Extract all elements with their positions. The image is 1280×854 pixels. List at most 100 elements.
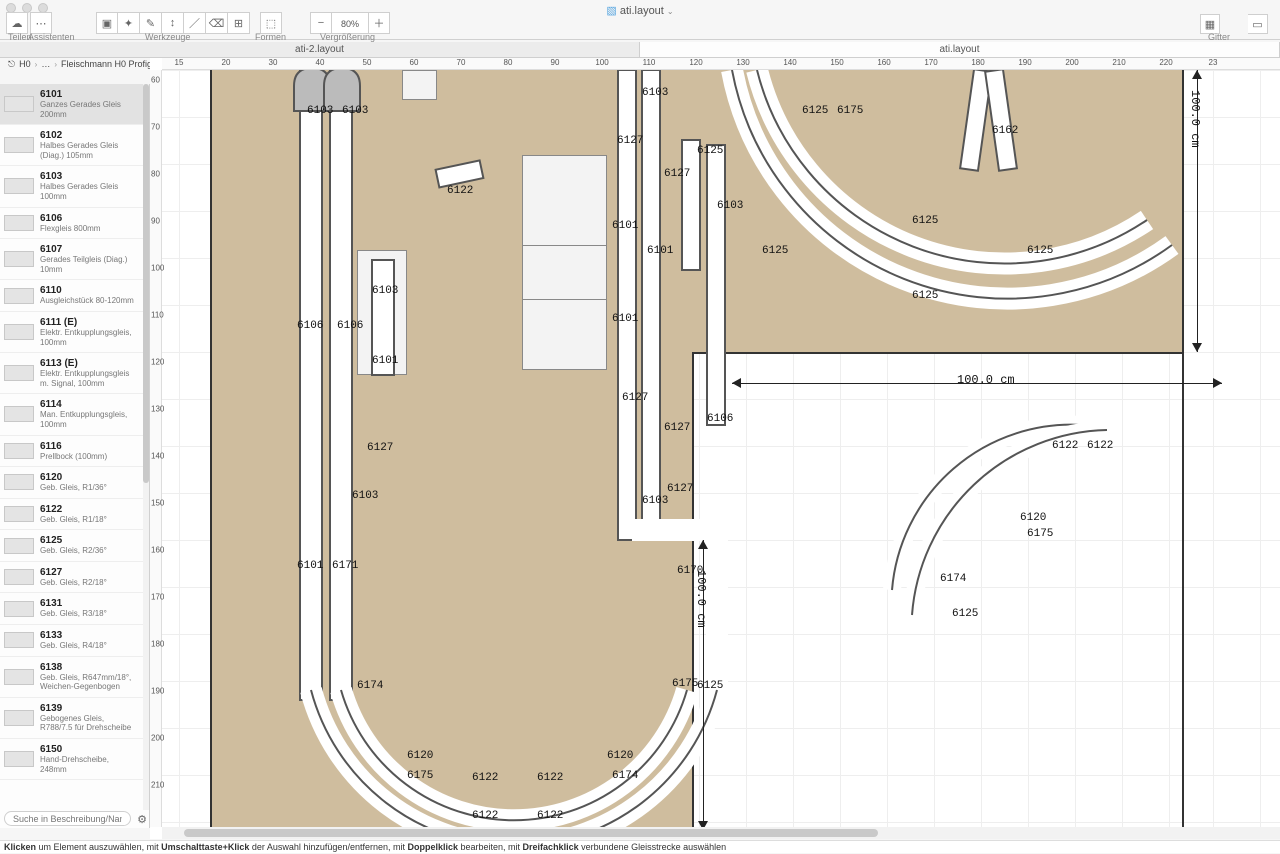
dim-v-mid-label: 100.0 cm	[694, 570, 708, 628]
dim-h-label: 100.0 cm	[957, 373, 1015, 387]
tab-0[interactable]: ati-2.layout	[0, 42, 640, 57]
track-label: 6106	[297, 320, 323, 332]
crumb-1[interactable]: …	[41, 59, 50, 69]
shapes-button[interactable]: ⬚	[260, 12, 282, 34]
track-label: 6103	[642, 87, 668, 99]
track-label: 6120	[607, 750, 633, 762]
part-desc: Man. Entkupplungsgleis, 100mm	[40, 410, 137, 429]
part-item-6111 (E)[interactable]: 6111 (E)Elektr. Entkupplungsgleis, 100mm	[0, 312, 143, 353]
ruler-h-tick: 15	[175, 58, 184, 67]
part-thumb	[4, 137, 34, 153]
part-item-6122[interactable]: 6122Geb. Gleis, R1/18°	[0, 499, 143, 531]
search-input[interactable]	[4, 811, 131, 826]
scale-icon: ⎋	[8, 59, 15, 70]
part-desc: Geb. Gleis, R2/36°	[40, 546, 137, 556]
track-label: 6171	[332, 560, 358, 572]
ruler-h-tick: 23	[1209, 58, 1218, 67]
ruler-h-tick: 200	[1065, 58, 1078, 67]
part-thumb	[4, 251, 34, 267]
part-desc: Ganzes Gerades Gleis 200mm	[40, 100, 137, 119]
doc-name: ati.layout	[620, 5, 664, 17]
part-item-6125[interactable]: 6125Geb. Gleis, R2/36°	[0, 530, 143, 562]
part-desc: Geb. Gleis, R4/18°	[40, 641, 137, 651]
part-thumb	[4, 288, 34, 304]
track-label: 6174	[357, 680, 383, 692]
zoom-out-button[interactable]: −	[310, 12, 332, 34]
part-item-6133[interactable]: 6133Geb. Gleis, R4/18°	[0, 625, 143, 657]
label-formen: Formen	[255, 32, 286, 42]
gear-icon[interactable]: ⚙	[137, 813, 147, 826]
part-item-6138[interactable]: 6138Geb. Gleis, R647mm/18°, Weichen-Gege…	[0, 657, 143, 698]
tool-4[interactable]: ↕	[162, 12, 184, 34]
part-number: 6110	[40, 285, 137, 296]
part-thumb	[4, 632, 34, 648]
part-item-6116[interactable]: 6116Prellbock (100mm)	[0, 436, 143, 468]
share-cloud-button[interactable]: ☁	[6, 12, 28, 34]
label-werkz: Werkzeuge	[145, 32, 190, 42]
track-label: 6125	[697, 680, 723, 692]
tool-2[interactable]: ✦	[118, 12, 140, 34]
track-label: 6103	[342, 105, 368, 117]
part-thumb	[4, 365, 34, 381]
track-label: 6120	[407, 750, 433, 762]
sidebar-scrollbar[interactable]	[143, 84, 149, 810]
canvas-stage[interactable]: 100.0 cm 100.0 cm 6103 6103 6103 6127 6125 61…	[162, 70, 1280, 827]
canvas-area: 1520304050607080901001101201301401501601…	[150, 58, 1280, 839]
part-item-6131[interactable]: 6131Geb. Gleis, R3/18°	[0, 593, 143, 625]
track-label: 6101	[372, 355, 398, 367]
ruler-vertical: 6070809010011012013014015016017018019020…	[150, 70, 162, 827]
part-item-6113 (E)[interactable]: 6113 (E)Elektr. Entkupplungsgleis m. Sig…	[0, 353, 143, 394]
part-desc: Halbes Gerades Gleis 100mm	[40, 182, 137, 201]
canvas-h-scrollbar[interactable]	[162, 827, 1280, 839]
assistants-button[interactable]: ⋯	[30, 12, 52, 34]
part-item-6150[interactable]: 6150Hand-Drehscheibe, 248mm	[0, 739, 143, 780]
track-label: 6127	[622, 392, 648, 404]
grid-button[interactable]: ▦	[1200, 14, 1220, 34]
part-desc: Geb. Gleis, R647mm/18°, Weichen-Gegenbog…	[40, 673, 137, 692]
track-label: 6101	[647, 245, 673, 257]
ruler-h-tick: 20	[222, 58, 231, 67]
label-gitter: Gitter	[1208, 32, 1230, 42]
part-item-6102[interactable]: 6102Halbes Gerades Gleis (Diag.) 105mm	[0, 125, 143, 166]
part-item-6127[interactable]: 6127Geb. Gleis, R2/18°	[0, 562, 143, 594]
ruler-h-tick: 30	[269, 58, 278, 67]
layout-board[interactable]: 100.0 cm 100.0 cm 6103 6103 6103 6127 6125 61…	[212, 70, 1182, 827]
crumb-0[interactable]: H0	[19, 59, 31, 69]
part-item-6139[interactable]: 6139Gebogenes Gleis, R788/7.5 für Drehsc…	[0, 698, 143, 739]
tool-3[interactable]: ✎	[140, 12, 162, 34]
tab-1[interactable]: ati.layout	[640, 42, 1280, 57]
tool-6[interactable]: ⌫	[206, 12, 228, 34]
zoom-in-button[interactable]: ＋	[368, 12, 390, 34]
track-label: 6122	[472, 772, 498, 784]
inspector-button[interactable]: ▭	[1248, 14, 1268, 34]
part-item-6106[interactable]: 6106Flexgleis 800mm	[0, 208, 143, 240]
tool-5[interactable]: ／	[184, 12, 206, 34]
part-number: 6116	[40, 441, 137, 452]
track-label: 6125	[802, 105, 828, 117]
track-label: 6174	[940, 573, 966, 585]
ruler-h-tick: 160	[877, 58, 890, 67]
track-label: 6175	[1027, 528, 1053, 540]
part-desc: Elektr. Entkupplungsgleis, 100mm	[40, 328, 137, 347]
cursor-tool[interactable]: ▣	[96, 12, 118, 34]
ruler-h-tick: 220	[1159, 58, 1172, 67]
part-item-6101[interactable]: 6101Ganzes Gerades Gleis 200mm	[0, 84, 143, 125]
part-item-6107[interactable]: 6107Gerades Teilgleis (Diag.) 10mm	[0, 239, 143, 280]
dim-v-right-label: 100.0 cm	[1188, 90, 1202, 148]
tab-strip: ati-2.layout ati.layout	[0, 42, 1280, 58]
ruler-h-tick: 50	[363, 58, 372, 67]
part-number: 6127	[40, 567, 137, 578]
part-desc: Halbes Gerades Gleis (Diag.) 105mm	[40, 141, 137, 160]
part-number: 6138	[40, 662, 137, 673]
zoom-value[interactable]: 80%	[332, 12, 368, 34]
part-item-6114[interactable]: 6114Man. Entkupplungsgleis, 100mm	[0, 394, 143, 435]
arrow-up-icon	[698, 540, 708, 549]
part-item-6120[interactable]: 6120Geb. Gleis, R1/36°	[0, 467, 143, 499]
tool-7[interactable]: ⊞	[228, 12, 250, 34]
label-zoom: Vergrößerung	[320, 32, 375, 42]
part-number: 6150	[40, 744, 137, 755]
part-number: 6103	[40, 171, 137, 182]
part-item-6103[interactable]: 6103Halbes Gerades Gleis 100mm	[0, 166, 143, 207]
track-label: 6103	[307, 105, 333, 117]
part-item-6110[interactable]: 6110Ausgleichstück 80-120mm	[0, 280, 143, 312]
